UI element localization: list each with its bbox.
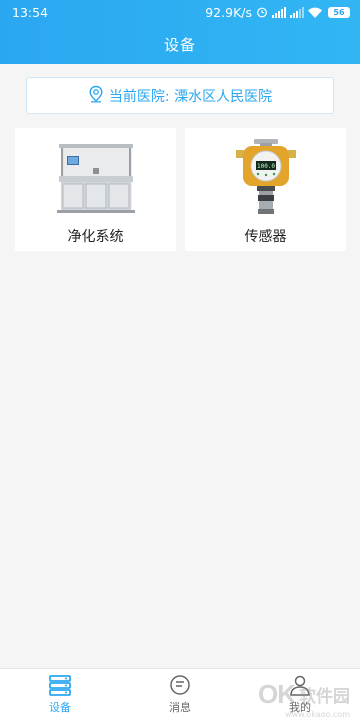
status-indicators: 92.9K/s 56 — [205, 5, 350, 20]
wifi-icon — [308, 7, 322, 18]
app-header: 13:54 92.9K/s 56 设备 — [0, 0, 360, 64]
status-time: 13:54 — [12, 4, 49, 20]
watermark-logo: OK — [258, 679, 296, 709]
watermark: OK 软件园 www.okaoo.com — [258, 679, 350, 719]
purification-system-image — [53, 138, 139, 218]
battery-icon: 56 — [328, 6, 350, 18]
tab-label: 设备 — [49, 701, 71, 714]
device-card-sensor[interactable]: 100.0 传感器 — [185, 128, 346, 251]
alarm-icon — [256, 6, 268, 18]
current-hospital-bar[interactable]: 当前医院: 溧水区人民医院 — [26, 77, 334, 114]
device-list-icon — [48, 673, 72, 697]
sensor-image: 100.0 — [231, 138, 301, 218]
tab-label: 消息 — [169, 701, 191, 714]
current-hospital-text: 当前医院: 溧水区人民医院 — [108, 88, 273, 105]
page-title: 设备 — [163, 35, 196, 54]
sensor-display-value: 100.0 — [256, 163, 274, 170]
status-bar: 13:54 92.9K/s 56 — [0, 0, 360, 24]
signal-icon — [272, 6, 286, 18]
device-card-purification[interactable]: 净化系统 — [15, 128, 176, 251]
device-card-label: 传感器 — [244, 229, 287, 245]
location-pin-icon — [88, 85, 104, 107]
watermark-url: www.okaoo.com — [284, 710, 350, 719]
tab-messages[interactable]: 消息 — [120, 669, 240, 720]
message-icon — [168, 673, 192, 697]
network-speed: 92.9K/s — [205, 4, 252, 20]
device-card-label: 净化系统 — [67, 229, 124, 245]
tab-device[interactable]: 设备 — [0, 669, 120, 720]
watermark-text: 软件园 — [299, 687, 350, 707]
signal-icon-2 — [290, 6, 304, 18]
